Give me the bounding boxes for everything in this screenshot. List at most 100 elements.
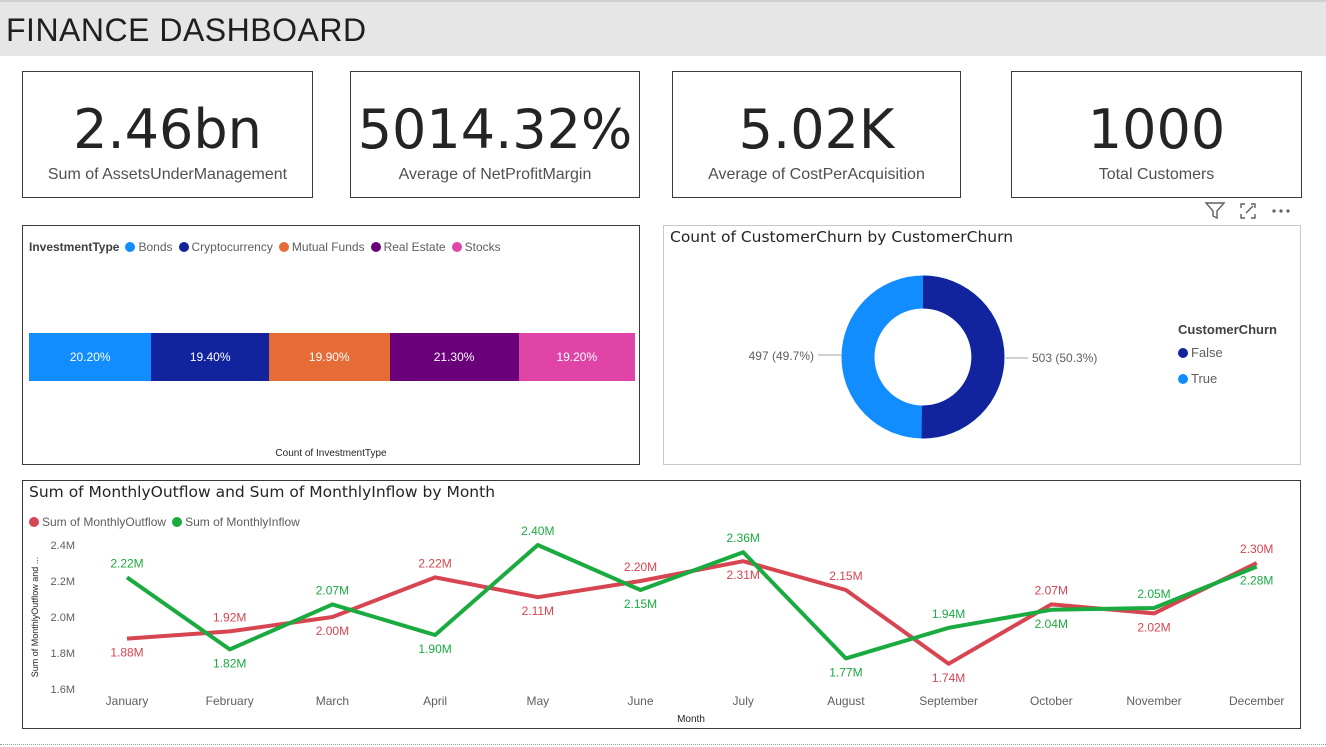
bar-segment-bonds[interactable]: 20.20% bbox=[29, 333, 152, 381]
filter-icon[interactable] bbox=[1204, 201, 1226, 221]
legend-label: Mutual Funds bbox=[291, 240, 365, 254]
x-axis-title: Month bbox=[677, 714, 705, 725]
data-label-outflow: 2.11M bbox=[522, 604, 554, 618]
y-axis-title: Sum of MonthlyOutflow and ... bbox=[30, 557, 40, 678]
x-tick-label: August bbox=[827, 694, 865, 708]
legend-dot bbox=[370, 242, 381, 252]
kpi-card-total-customers[interactable]: 1000 Total Customers bbox=[1011, 71, 1302, 198]
data-label-inflow: 2.15M bbox=[624, 597, 657, 611]
kpi-card-net-profit-margin[interactable]: 5014.32% Average of NetProfitMargin bbox=[350, 71, 640, 198]
investment-legend: InvestmentType Bonds Cryptocurrency Mutu… bbox=[29, 240, 507, 254]
bar-segment-stocks[interactable]: 19.20% bbox=[518, 333, 635, 381]
focus-mode-icon[interactable] bbox=[1238, 201, 1258, 221]
churn-legend-title: CustomerChurn bbox=[1178, 322, 1277, 337]
data-label-outflow: 1.74M bbox=[932, 671, 965, 685]
data-label-inflow: 2.04M bbox=[1035, 617, 1068, 631]
legend-label: True bbox=[1191, 371, 1218, 386]
data-label-outflow: 2.15M bbox=[829, 569, 862, 583]
x-tick-label: December bbox=[1229, 694, 1284, 708]
data-label-inflow: 2.07M bbox=[316, 583, 349, 597]
legend-title: InvestmentType bbox=[29, 240, 120, 254]
legend-item-bonds[interactable]: Bonds bbox=[125, 240, 173, 254]
legend-dot bbox=[178, 242, 189, 252]
legend-dot bbox=[1178, 373, 1188, 384]
legend-dot bbox=[125, 242, 136, 252]
legend-item-mutual-funds[interactable]: Mutual Funds bbox=[278, 240, 365, 254]
data-label-true: 497 (49.7%) bbox=[749, 349, 814, 363]
bar-segment-mutual-funds[interactable]: 19.90% bbox=[268, 333, 390, 381]
legend-item-true[interactable]: True bbox=[1178, 371, 1217, 386]
data-label-inflow: 1.82M bbox=[213, 656, 246, 670]
kpi-value: 1000 bbox=[1087, 98, 1226, 161]
data-label-inflow: 1.90M bbox=[418, 642, 451, 656]
x-tick-label: February bbox=[206, 694, 254, 708]
x-tick-label: June bbox=[627, 694, 653, 708]
x-axis-title: Count of InvestmentType bbox=[275, 448, 387, 459]
x-tick-label: April bbox=[423, 694, 447, 708]
data-label: 19.20% bbox=[556, 350, 598, 364]
series-line-inflow[interactable] bbox=[125, 543, 1258, 661]
data-label-false: 503 (50.3%) bbox=[1032, 351, 1097, 365]
legend-dot bbox=[1178, 347, 1188, 358]
x-tick-label: October bbox=[1030, 694, 1073, 708]
y-tick-label: 1.8M bbox=[51, 648, 75, 660]
kpi-card-assets[interactable]: 2.46bn Sum of AssetsUnderManagement bbox=[22, 71, 313, 198]
kpi-card-cost-per-acquisition[interactable]: 5.02K Average of CostPerAcquisition bbox=[672, 71, 961, 198]
kpi-label: Total Customers bbox=[1098, 166, 1215, 183]
legend-item-cryptocurrency[interactable]: Cryptocurrency bbox=[178, 240, 273, 254]
data-label-inflow: 2.36M bbox=[727, 531, 760, 545]
data-label-outflow: 2.30M bbox=[1240, 542, 1273, 556]
legend-label: Real Estate bbox=[383, 240, 446, 254]
legend-label: Cryptocurrency bbox=[191, 240, 273, 254]
line-chart-svg: 1.6M 1.8M 2.0M 2.2M 2.4M Sum of MonthlyOutflo… bbox=[30, 524, 1284, 725]
data-label-inflow: 1.77M bbox=[829, 665, 862, 679]
legend-label: Bonds bbox=[138, 240, 173, 254]
x-tick-label: September bbox=[919, 694, 978, 708]
more-options-icon[interactable] bbox=[1270, 201, 1292, 221]
monthly-flow-chart[interactable]: Sum of MonthlyOutflow and Sum of Monthly… bbox=[22, 480, 1301, 729]
donut-slice-false[interactable] bbox=[921, 275, 1005, 439]
data-label: 19.40% bbox=[189, 350, 231, 364]
data-label: 19.90% bbox=[308, 350, 350, 364]
data-label-outflow: 1.88M bbox=[110, 646, 143, 660]
customer-churn-chart[interactable]: Count of CustomerChurn by CustomerChurn … bbox=[663, 225, 1301, 465]
divider bbox=[0, 744, 1326, 745]
y-tick-label: 2.2M bbox=[51, 576, 75, 588]
x-tick-label: July bbox=[733, 694, 754, 708]
data-label-outflow: 2.20M bbox=[624, 560, 657, 574]
data-label: 20.20% bbox=[69, 350, 111, 364]
bar-segment-cryptocurrency[interactable]: 19.40% bbox=[151, 333, 269, 381]
x-tick-label: November bbox=[1126, 694, 1181, 708]
kpi-label: Sum of AssetsUnderManagement bbox=[47, 166, 288, 183]
legend-item-false[interactable]: False bbox=[1178, 345, 1223, 360]
legend-item-real-estate[interactable]: Real Estate bbox=[370, 240, 446, 254]
y-tick-label: 2.4M bbox=[51, 540, 75, 552]
series-line-outflow[interactable] bbox=[126, 559, 1258, 666]
data-label: 21.30% bbox=[433, 350, 475, 364]
data-label-inflow: 2.28M bbox=[1240, 574, 1273, 588]
data-label-inflow: 2.22M bbox=[110, 556, 143, 570]
kpi-label: Average of CostPerAcquisition bbox=[708, 166, 925, 183]
data-label-outflow: 1.92M bbox=[213, 610, 246, 624]
stacked-bar: 20.20% 19.40% 19.90% 21.30% 19.20% bbox=[29, 333, 635, 381]
data-label-inflow: 1.94M bbox=[932, 607, 965, 621]
data-label-inflow: 2.05M bbox=[1137, 587, 1170, 601]
data-label-outflow: 2.02M bbox=[1137, 620, 1170, 634]
bar-segment-real-estate[interactable]: 21.30% bbox=[389, 333, 519, 381]
data-label-outflow: 2.22M bbox=[418, 556, 451, 570]
data-label-outflow: 2.07M bbox=[1035, 583, 1068, 597]
investment-type-chart[interactable]: InvestmentType Bonds Cryptocurrency Mutu… bbox=[22, 225, 640, 465]
legend-dot bbox=[278, 242, 289, 252]
x-tick-label: March bbox=[316, 694, 349, 708]
y-tick-label: 2.0M bbox=[51, 612, 75, 624]
data-label-inflow: 2.40M bbox=[521, 524, 554, 538]
data-label-outflow: 2.31M bbox=[727, 568, 760, 582]
kpi-value: 5.02K bbox=[738, 98, 895, 161]
kpi-value: 5014.32% bbox=[357, 98, 633, 161]
x-tick-label: January bbox=[106, 694, 149, 708]
legend-dot bbox=[451, 242, 462, 252]
header-bar: FINANCE DASHBOARD bbox=[0, 0, 1326, 56]
legend-label: Stocks bbox=[464, 240, 501, 254]
page-title: FINANCE DASHBOARD bbox=[6, 12, 367, 48]
legend-item-stocks[interactable]: Stocks bbox=[451, 240, 501, 254]
